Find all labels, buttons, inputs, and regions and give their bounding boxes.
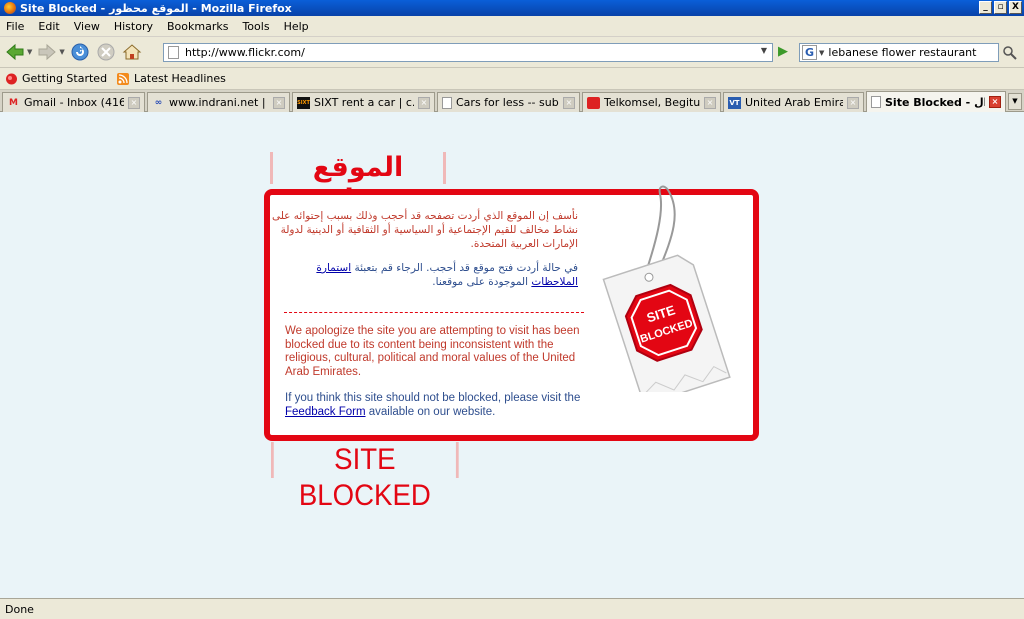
back-arrow-icon (6, 43, 24, 61)
navigation-toolbar: ▼ ▼ http://www.flickr.com/ ▼ ▶ G ▼ leban… (0, 37, 1024, 68)
status-bar: Done (0, 598, 1024, 619)
menu-help[interactable]: Help (284, 20, 309, 33)
tab-site-blocked[interactable]: Site Blocked - ال... × (866, 91, 1006, 112)
search-text[interactable]: lebanese flower restaurant (828, 46, 976, 59)
arabic-heading: الموقع محظور (270, 152, 446, 215)
menu-tools[interactable]: Tools (242, 20, 269, 33)
reload-icon (71, 43, 89, 61)
bookmark-label: Getting Started (22, 72, 108, 85)
status-text: Done (5, 602, 34, 616)
tab-label: United Arab Emirat... (745, 96, 843, 109)
vt-icon: VT (728, 96, 741, 109)
firefox-icon (4, 2, 16, 14)
english-feedback-pre: If you think this site should not be blo… (285, 392, 581, 404)
reload-button[interactable] (69, 41, 91, 63)
url-history-dropdown-icon[interactable]: ▼ (758, 46, 770, 59)
tab-close-icon[interactable]: × (704, 96, 716, 109)
tab-close-icon[interactable]: × (847, 96, 859, 109)
tab-label: www.indrani.net | i... (169, 96, 269, 109)
tab-label: Site Blocked - ال... (885, 95, 985, 109)
firefox-icon (5, 73, 18, 85)
menu-history[interactable]: History (114, 20, 153, 33)
tab-sixt[interactable]: SIXT SIXT rent a car | c... × (292, 92, 435, 112)
page-icon (442, 96, 452, 109)
tab-close-icon[interactable]: × (418, 96, 430, 109)
minimize-button[interactable]: _ (979, 1, 992, 14)
home-icon (122, 44, 142, 60)
english-heading: SITE BLOCKED (271, 442, 459, 512)
feedback-form-link[interactable]: Feedback Form (285, 406, 366, 418)
forward-arrow-icon (38, 43, 57, 61)
bookmark-getting-started[interactable]: Getting Started (5, 72, 107, 85)
tab-label: Cars for less -- sub... (456, 96, 559, 109)
menu-bar: File Edit View History Bookmarks Tools H… (0, 16, 1024, 37)
maximize-button[interactable]: ▫ (994, 1, 1007, 14)
menu-file[interactable]: File (6, 20, 24, 33)
tab-indrani[interactable]: ∞ www.indrani.net | i... × (147, 92, 290, 112)
english-feedback-post: available on our website. (368, 405, 496, 418)
menu-edit[interactable]: Edit (38, 20, 59, 33)
tab-close-icon[interactable]: × (273, 96, 285, 109)
tab-uae[interactable]: VT United Arab Emirat... × (723, 92, 864, 112)
menu-view[interactable]: View (74, 20, 100, 33)
english-apology-text: We apologize the site you are attempting… (285, 325, 580, 378)
tab-list-dropdown-icon[interactable]: ▼ (1008, 93, 1022, 110)
window-titlebar: Site Blocked - الموقع محظور - Mozilla Fi… (0, 0, 1024, 16)
window-title: Site Blocked - الموقع محظور - Mozilla Fi… (20, 1, 292, 15)
window-controls: _ ▫ X (979, 1, 1022, 14)
sixt-icon: SIXT (297, 96, 310, 109)
menu-bookmarks[interactable]: Bookmarks (167, 20, 228, 33)
page-icon (871, 96, 881, 108)
rss-icon (117, 72, 130, 85)
arabic-apology-text: نأسف إن الموقع الذي أردت تصفحه قد أحجب و… (271, 210, 578, 250)
tab-cars-for-less[interactable]: Cars for less -- sub... × (437, 92, 580, 112)
search-field[interactable]: G ▼ lebanese flower restaurant (799, 43, 999, 62)
tab-close-icon[interactable]: × (989, 96, 1001, 108)
stop-icon (97, 43, 115, 61)
tab-close-icon[interactable]: × (128, 96, 140, 109)
bookmark-label: Latest Headlines (134, 72, 226, 85)
close-button[interactable]: X (1009, 1, 1022, 14)
arabic-feedback-pre: في حالة أردت فتح موقع قد أحجب. الرجاء قم… (354, 262, 578, 274)
search-magnifier-icon[interactable] (1002, 45, 1018, 61)
arabic-feedback-text: في حالة أردت فتح موقع قد أحجب. الرجاء قم… (268, 261, 578, 289)
forward-history-dropdown-icon[interactable]: ▼ (59, 48, 64, 56)
tab-label: Gmail - Inbox (416) (24, 96, 124, 109)
tab-label: SIXT rent a car | c... (314, 96, 414, 109)
forward-button[interactable] (36, 41, 58, 63)
tab-close-icon[interactable]: × (563, 96, 575, 109)
bookmark-latest-headlines[interactable]: Latest Headlines (117, 72, 226, 85)
english-feedback-text: If you think this site should not be blo… (285, 392, 585, 419)
tab-gmail[interactable]: M Gmail - Inbox (416) × (2, 92, 145, 112)
arabic-feedback-post: الموجودة على موقعنا. (432, 276, 529, 288)
back-history-dropdown-icon[interactable]: ▼ (27, 48, 32, 56)
infinity-icon: ∞ (154, 97, 163, 108)
url-field[interactable]: http://www.flickr.com/ ▼ (163, 43, 773, 62)
back-button[interactable] (4, 41, 26, 63)
page-content: الموقع محظور نأسف إن الموقع الذي أردت تص… (0, 112, 1024, 598)
tab-telkomsel[interactable]: Telkomsel, Begitu D... × (582, 92, 721, 112)
home-button[interactable] (121, 41, 143, 63)
tab-strip: M Gmail - Inbox (416) × ∞ www.indrani.ne… (0, 90, 1024, 112)
gmail-icon: M (9, 97, 18, 108)
bookmarks-toolbar: Getting Started Latest Headlines (0, 68, 1024, 90)
dashed-divider (284, 312, 584, 313)
site-blocked-tag-icon: SITE BLOCKED (602, 185, 731, 392)
telkomsel-icon (587, 96, 600, 109)
url-text[interactable]: http://www.flickr.com/ (185, 46, 305, 59)
google-icon[interactable]: G (802, 45, 817, 60)
tab-label: Telkomsel, Begitu D... (604, 96, 700, 109)
search-engine-dropdown-icon[interactable]: ▼ (819, 49, 824, 57)
page-icon (168, 46, 179, 59)
stop-button[interactable] (95, 41, 117, 63)
go-button[interactable]: ▶ (778, 45, 792, 59)
